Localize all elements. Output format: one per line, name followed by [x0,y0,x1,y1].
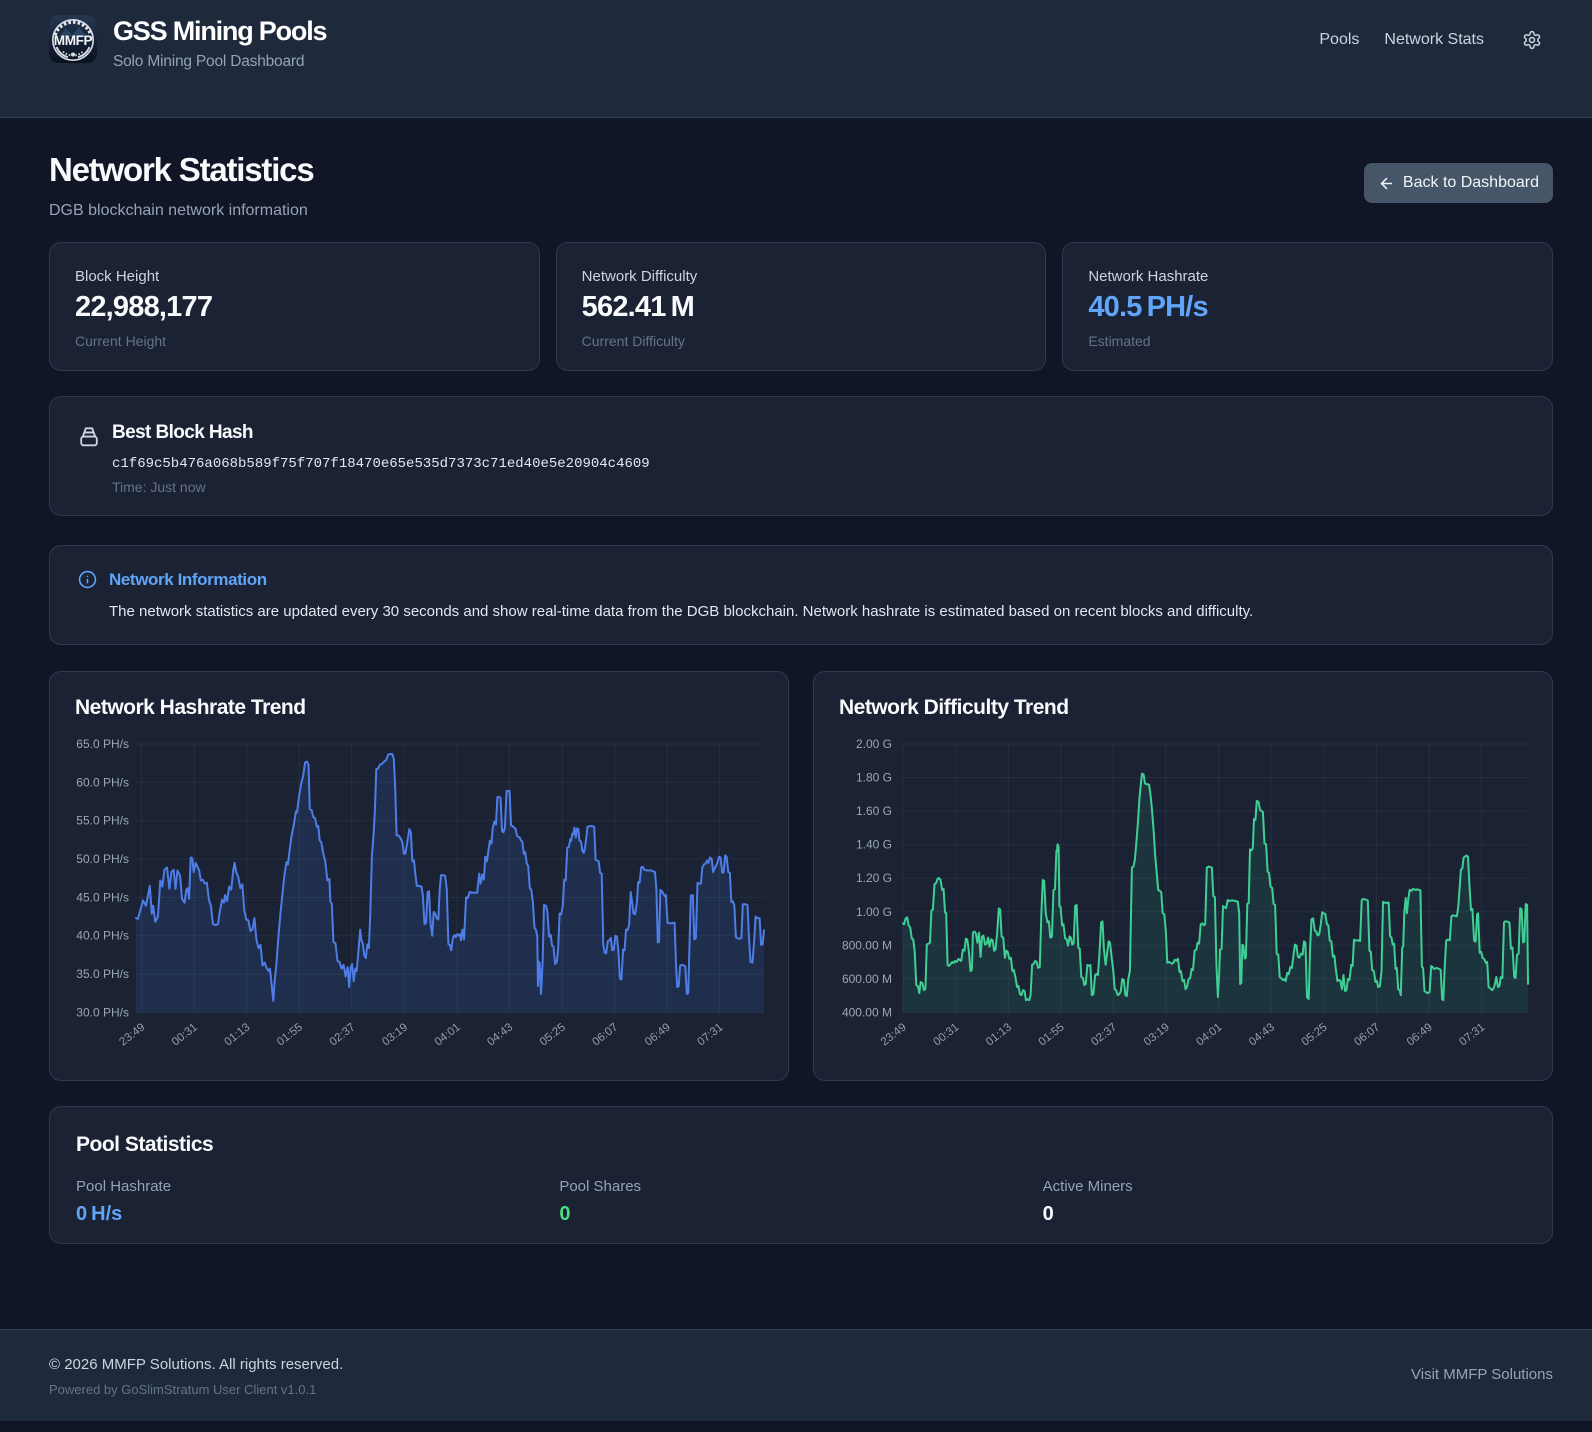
svg-text:40.0 PH/s: 40.0 PH/s [76,929,129,943]
svg-text:06:07: 06:07 [590,1021,620,1048]
svg-text:06:49: 06:49 [643,1021,673,1048]
svg-text:60.0 PH/s: 60.0 PH/s [76,775,129,789]
svg-text:04:01: 04:01 [433,1021,463,1048]
svg-text:03:19: 03:19 [1142,1021,1172,1048]
svg-text:02:37: 02:37 [1089,1021,1119,1048]
svg-text:00:31: 00:31 [170,1021,200,1048]
svg-text:06:07: 06:07 [1352,1021,1382,1048]
svg-text:04:01: 04:01 [1194,1021,1224,1048]
svg-text:35.0 PH/s: 35.0 PH/s [76,967,129,981]
svg-text:MMFP: MMFP [54,33,93,48]
svg-text:01:55: 01:55 [275,1021,305,1048]
svg-text:03:19: 03:19 [380,1021,410,1048]
svg-text:45.0 PH/s: 45.0 PH/s [76,890,129,904]
svg-text:1.20 G: 1.20 G [856,871,892,885]
svg-text:02:37: 02:37 [328,1021,358,1048]
svg-text:55.0 PH/s: 55.0 PH/s [76,814,129,828]
svg-text:23:49: 23:49 [117,1021,147,1048]
svg-text:04:43: 04:43 [485,1021,515,1048]
svg-text:07:31: 07:31 [695,1021,725,1048]
svg-text:01:13: 01:13 [984,1021,1014,1048]
svg-text:01:13: 01:13 [222,1021,252,1048]
svg-text:04:43: 04:43 [1247,1021,1277,1048]
svg-text:07:31: 07:31 [1457,1021,1487,1048]
svg-text:1.00 G: 1.00 G [856,905,892,919]
svg-text:1.80 G: 1.80 G [856,771,892,785]
svg-text:1.40 G: 1.40 G [856,838,892,852]
svg-text:05:25: 05:25 [1300,1021,1330,1048]
svg-text:800.00 M: 800.00 M [842,938,892,952]
svg-text:600.00 M: 600.00 M [842,972,892,986]
svg-text:01:55: 01:55 [1037,1021,1067,1048]
svg-text:400.00 M: 400.00 M [842,1005,892,1019]
svg-text:23:49: 23:49 [879,1021,909,1048]
svg-text:2.00 G: 2.00 G [856,737,892,751]
svg-text:50.0 PH/s: 50.0 PH/s [76,852,129,866]
svg-text:30.0 PH/s: 30.0 PH/s [76,1005,129,1019]
svg-text:05:25: 05:25 [538,1021,568,1048]
svg-text:1.60 G: 1.60 G [856,804,892,818]
svg-text:65.0 PH/s: 65.0 PH/s [76,737,129,751]
svg-text:00:31: 00:31 [931,1021,961,1048]
svg-text:06:49: 06:49 [1405,1021,1435,1048]
